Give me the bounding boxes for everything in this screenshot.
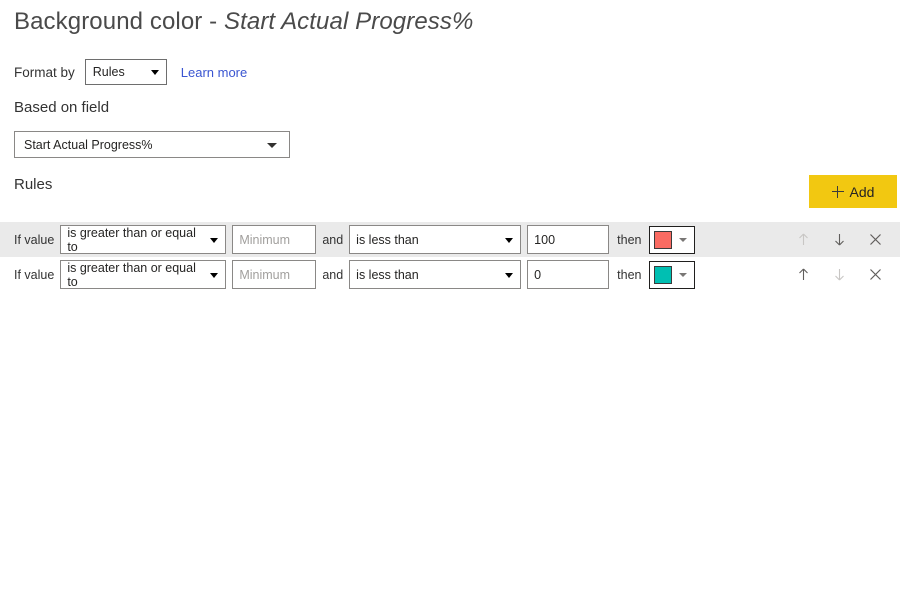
learn-more-link[interactable]: Learn more xyxy=(181,65,247,80)
chevron-down-icon xyxy=(150,70,159,75)
move-rule-up-button xyxy=(794,231,812,249)
rule-max-value-input[interactable] xyxy=(527,260,610,289)
rule-max-value-input[interactable] xyxy=(527,225,610,254)
then-label: then xyxy=(617,267,642,282)
chevron-down-icon xyxy=(505,272,514,278)
move-rule-down-button xyxy=(830,266,848,284)
rule-color-picker[interactable] xyxy=(648,225,695,254)
close-icon xyxy=(869,269,881,280)
rule-max-operator-value: is less than xyxy=(356,267,419,282)
rules-section-label: Rules xyxy=(14,176,53,193)
based-on-field-label: Based on field xyxy=(14,99,110,116)
delete-rule-button[interactable] xyxy=(866,266,884,284)
page-title: Background color - Start Actual Progress… xyxy=(14,8,473,36)
if-value-label: If value xyxy=(14,267,55,282)
rule-max-operator-select[interactable]: is less than xyxy=(349,225,522,254)
and-label: and xyxy=(322,267,344,282)
color-swatch xyxy=(653,230,672,249)
if-value-label: If value xyxy=(14,232,55,247)
arrow-up-icon xyxy=(798,268,808,280)
rule-max-operator-select[interactable]: is less than xyxy=(349,260,522,289)
plus-icon xyxy=(831,185,844,198)
format-by-select[interactable]: Rules xyxy=(84,59,167,85)
rule-min-operator-select[interactable]: is greater than or equal to xyxy=(60,225,227,254)
delete-rule-button[interactable] xyxy=(866,231,884,249)
chevron-down-icon xyxy=(267,142,277,148)
move-rule-down-button[interactable] xyxy=(830,231,848,249)
based-on-field-selected-value: Start Actual Progress% xyxy=(24,137,153,152)
format-by-row: Format by Rules Learn more xyxy=(14,59,247,85)
format-by-label: Format by xyxy=(14,64,75,80)
add-rule-button[interactable]: Add xyxy=(809,175,897,208)
and-label: and xyxy=(322,232,344,247)
rule-min-value-input[interactable] xyxy=(232,260,317,289)
rule-min-operator-select[interactable]: is greater than or equal to xyxy=(60,260,227,289)
close-icon xyxy=(869,234,881,245)
rules-list: If value is greater than or equal to and… xyxy=(0,222,900,292)
format-by-selected-value: Rules xyxy=(92,65,125,79)
color-swatch xyxy=(653,265,672,284)
arrow-down-icon xyxy=(834,234,844,246)
chevron-down-icon xyxy=(210,272,219,278)
add-rule-button-label: Add xyxy=(849,183,875,200)
table-row[interactable]: If value is greater than or equal to and… xyxy=(0,222,900,257)
move-rule-up-button[interactable] xyxy=(794,266,812,284)
page-title-field-name: Start Actual Progress% xyxy=(224,8,474,35)
page-title-prefix: Background color - xyxy=(14,8,225,35)
chevron-down-icon xyxy=(678,237,687,242)
chevron-down-icon xyxy=(505,237,514,243)
row-actions xyxy=(794,257,884,292)
rule-color-picker[interactable] xyxy=(648,260,695,289)
arrow-down-icon xyxy=(834,269,844,281)
based-on-field-select[interactable]: Start Actual Progress% xyxy=(14,131,290,158)
rule-max-operator-value: is less than xyxy=(356,232,419,247)
arrow-up-icon xyxy=(798,233,808,245)
then-label: then xyxy=(617,232,642,247)
table-row[interactable]: If value is greater than or equal to and… xyxy=(0,257,900,292)
rule-min-operator-value: is greater than or equal to xyxy=(67,260,196,289)
rule-min-operator-value: is greater than or equal to xyxy=(67,225,196,254)
rule-min-value-input[interactable] xyxy=(232,225,317,254)
chevron-down-icon xyxy=(210,237,219,243)
row-actions xyxy=(794,222,884,257)
chevron-down-icon xyxy=(678,272,687,277)
